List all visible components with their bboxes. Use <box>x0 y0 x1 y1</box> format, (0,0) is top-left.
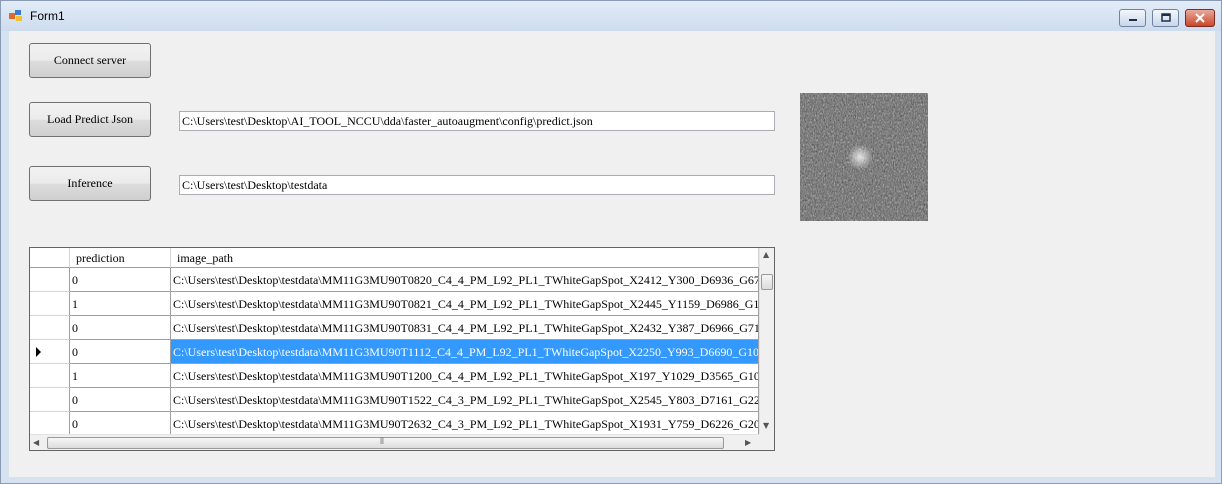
image-path-cell[interactable]: C:\Users\test\Desktop\testdata\MM11G3MU9… <box>171 412 759 436</box>
inference-button[interactable]: Inference <box>29 166 151 201</box>
scroll-left-icon[interactable]: ◀ <box>33 438 39 447</box>
row-header[interactable] <box>30 268 70 292</box>
prediction-cell[interactable]: 0 <box>70 316 171 340</box>
prediction-cell[interactable]: 1 <box>70 292 171 316</box>
row-header[interactable] <box>30 292 70 316</box>
prediction-cell[interactable]: 0 <box>70 268 171 292</box>
row-pointer-icon <box>36 347 41 357</box>
scroll-right-icon[interactable]: ▶ <box>745 438 751 447</box>
image-path-cell[interactable]: C:\Users\test\Desktop\testdata\MM11G3MU9… <box>171 316 759 340</box>
image-path-cell[interactable]: C:\Users\test\Desktop\testdata\MM11G3MU9… <box>171 364 759 388</box>
image-path-cell[interactable]: C:\Users\test\Desktop\testdata\MM11G3MU9… <box>171 268 759 292</box>
horizontal-scroll-thumb[interactable]: ⦀ <box>47 437 724 449</box>
vertical-scroll-thumb[interactable] <box>761 274 773 290</box>
scrollbar-corner <box>759 434 774 450</box>
prediction-cell[interactable]: 0 <box>70 340 171 364</box>
close-button[interactable] <box>1185 9 1215 27</box>
image-path-cell[interactable]: C:\Users\test\Desktop\testdata\MM11G3MU9… <box>171 292 759 316</box>
connect-server-button[interactable]: Connect server <box>29 43 151 78</box>
grid-corner-header <box>30 248 70 268</box>
row-header[interactable] <box>30 388 70 412</box>
app-icon <box>9 10 22 21</box>
image-path-cell[interactable]: C:\Users\test\Desktop\testdata\MM11G3MU9… <box>171 340 759 364</box>
column-header-prediction[interactable]: prediction <box>70 248 171 268</box>
column-header-image-path[interactable]: image_path <box>171 248 759 268</box>
scroll-grip-icon: ⦀ <box>380 437 384 447</box>
minimize-icon <box>1128 19 1137 21</box>
window-title: Form1 <box>30 9 65 23</box>
form1-window: Form1 Connect server Load Predict Json I… <box>0 0 1222 484</box>
horizontal-scrollbar[interactable]: ◀ ⦀ ▶ <box>30 434 759 450</box>
testdata-path-field[interactable]: C:\Users\test\Desktop\testdata <box>179 175 775 195</box>
maximize-button[interactable] <box>1152 9 1179 27</box>
image-path-cell[interactable]: C:\Users\test\Desktop\testdata\MM11G3MU9… <box>171 388 759 412</box>
vertical-scrollbar[interactable]: ▲ ▼ <box>759 248 774 434</box>
preview-image <box>800 93 928 221</box>
row-header[interactable] <box>30 364 70 388</box>
scroll-down-icon[interactable]: ▼ <box>763 421 769 430</box>
row-header[interactable] <box>30 340 70 364</box>
predict-json-path-field[interactable]: C:\Users\test\Desktop\AI_TOOL_NCCU\dda\f… <box>179 111 775 131</box>
prediction-cell[interactable]: 0 <box>70 412 171 436</box>
minimize-button[interactable] <box>1119 9 1146 27</box>
prediction-data-grid[interactable]: prediction image_path 0 C:\Users\test\Des… <box>29 247 775 451</box>
form-client-area: Connect server Load Predict Json Inferen… <box>9 31 1215 477</box>
row-header[interactable] <box>30 316 70 340</box>
title-bar[interactable]: Form1 <box>1 1 1221 31</box>
load-predict-json-button[interactable]: Load Predict Json <box>29 102 151 137</box>
scroll-up-icon[interactable]: ▲ <box>763 250 769 259</box>
close-icon <box>1195 13 1205 23</box>
prediction-cell[interactable]: 0 <box>70 388 171 412</box>
maximize-icon <box>1160 13 1171 22</box>
prediction-cell[interactable]: 1 <box>70 364 171 388</box>
row-header[interactable] <box>30 412 70 436</box>
